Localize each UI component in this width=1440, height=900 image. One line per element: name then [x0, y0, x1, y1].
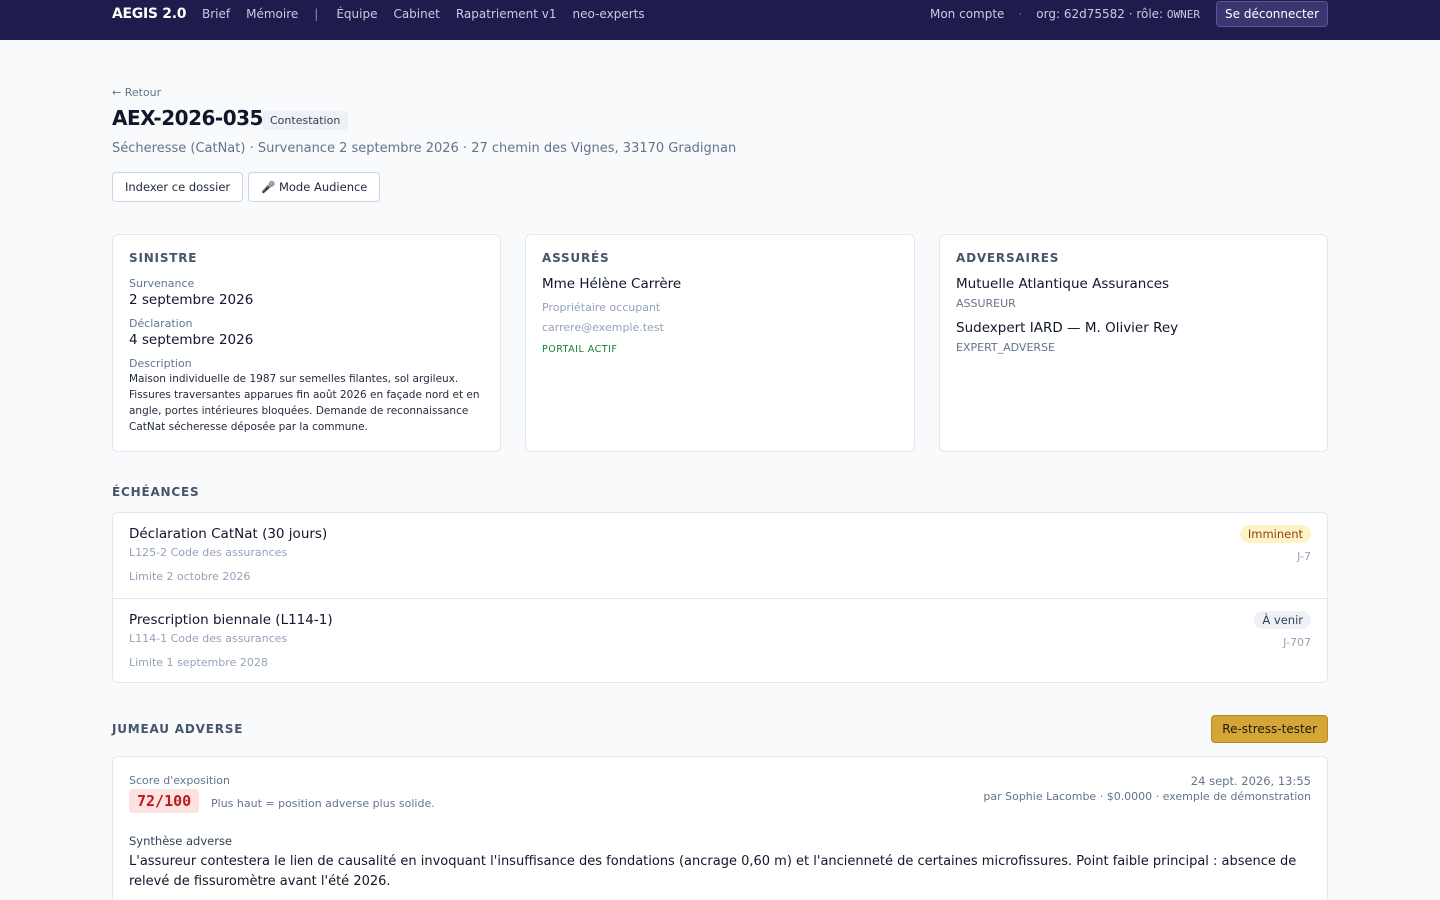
nav-link-memoire[interactable]: Mémoire [246, 7, 298, 21]
main-nav: Brief Mémoire | Équipe Cabinet Rapatriem… [202, 7, 661, 21]
adversaires-card: ADVERSAIRES Mutuelle Atlantique Assuranc… [939, 234, 1328, 452]
deadline-status-badge: Imminent [1239, 525, 1311, 543]
deadline-countdown: J-707 [1283, 636, 1311, 649]
score-hint: Plus haut = position adverse plus solide… [211, 797, 435, 810]
insured-email[interactable]: carrere@exemple.test [542, 321, 664, 334]
synthese-text: L'assureur contestera le lien de causali… [129, 854, 1297, 889]
deadline-title: Prescription biennale (L114-1) [129, 612, 333, 628]
brand-logo[interactable]: AEGIS 2.0 [112, 6, 186, 22]
audience-mode-button[interactable]: 🎤 Mode Audience [248, 172, 381, 202]
synthese-label: Synthèse adverse [129, 834, 233, 848]
nav-separator: | [314, 7, 319, 21]
nav-link-brief[interactable]: Brief [202, 7, 230, 21]
analysis-timestamp: 24 sept. 2026, 13:55 [1190, 774, 1311, 788]
sinistre-heading: SINISTRE [129, 251, 198, 265]
deadline-reference: L125-2 Code des assurances [129, 546, 288, 559]
back-link[interactable]: ← Retour [112, 86, 161, 99]
case-subtitle: Sécheresse (CatNat) · Survenance 2 septe… [112, 141, 737, 156]
nav-link-cabinet[interactable]: Cabinet [393, 7, 439, 21]
role-value: OWNER [1166, 8, 1201, 21]
adversary-name: Mutuelle Atlantique Assurances [956, 276, 1170, 292]
adversaires-heading: ADVERSAIRES [956, 251, 1060, 265]
nav-link-neo-experts[interactable]: neo-experts [573, 7, 645, 21]
re-stress-test-button[interactable]: Re-stress-tester [1211, 715, 1328, 743]
deadline-item[interactable]: Prescription biennale (L114-1) L114-1 Co… [113, 598, 1327, 683]
declaration-label: Déclaration [129, 317, 193, 330]
nav-link-rapatriement[interactable]: Rapatriement v1 [456, 7, 557, 21]
adversary-name: Sudexpert IARD — M. Olivier Rey [956, 320, 1179, 336]
status-badge: Contestation [262, 111, 349, 130]
case-title: AEX-2026-035 [112, 106, 263, 130]
logout-button[interactable]: Se déconnecter [1216, 1, 1328, 27]
exposure-score-badge: 72/100 [129, 789, 200, 813]
assures-heading: ASSURÉS [542, 251, 610, 265]
description-label: Description [129, 357, 192, 370]
deadline-item[interactable]: Déclaration CatNat (30 jours) L125-2 Cod… [113, 513, 1327, 598]
org-role-info: org: 62d75582 · rôle: OWNER [1036, 7, 1201, 21]
adverse-twin-card: Score d'exposition 72/100 Plus haut = po… [112, 756, 1328, 900]
deadline-reference: L114-1 Code des assurances [129, 632, 288, 645]
account-area: Mon compte · org: 62d75582 · rôle: OWNER… [930, 1, 1328, 27]
deadline-title: Déclaration CatNat (30 jours) [129, 526, 328, 542]
survenance-value: 2 septembre 2026 [129, 292, 254, 308]
adversary-type: ASSUREUR [956, 297, 1016, 310]
deadline-countdown: J-7 [1297, 550, 1311, 563]
exposure-score-label: Score d'exposition [129, 774, 230, 787]
declaration-value: 4 septembre 2026 [129, 332, 254, 348]
survenance-label: Survenance [129, 277, 195, 290]
portal-status: PORTAIL ACTIF [542, 344, 618, 355]
separator-dot: · [1018, 7, 1023, 21]
echeances-heading: ÉCHÉANCES [112, 485, 200, 499]
deadline-limit: Limite 1 septembre 2028 [129, 656, 268, 669]
top-navbar: AEGIS 2.0 Brief Mémoire | Équipe Cabinet… [0, 0, 1440, 40]
insured-name: Mme Hélène Carrère [542, 276, 682, 292]
insured-role: Propriétaire occupant [542, 301, 661, 314]
index-case-button[interactable]: Indexer ce dossier [112, 172, 244, 202]
sinistre-card: SINISTRE Survenance 2 septembre 2026 Déc… [112, 234, 501, 452]
adversary-type: EXPERT_ADVERSE [956, 341, 1055, 354]
analysis-meta: par Sophie Lacombe · $0.0000 · exemple d… [983, 790, 1311, 803]
jumeau-adverse-heading: JUMEAU ADVERSE [112, 722, 244, 736]
nav-link-equipe[interactable]: Équipe [336, 7, 377, 21]
assures-card: ASSURÉS Mme Hélène Carrère Propriétaire … [525, 234, 915, 452]
deadline-status-badge: À venir [1254, 611, 1311, 629]
account-link[interactable]: Mon compte [930, 7, 1004, 21]
description-text: Maison individuelle de 1987 sur semelles… [129, 373, 480, 433]
deadlines-list: Déclaration CatNat (30 jours) L125-2 Cod… [112, 512, 1328, 683]
deadline-limit: Limite 2 octobre 2026 [129, 570, 251, 583]
